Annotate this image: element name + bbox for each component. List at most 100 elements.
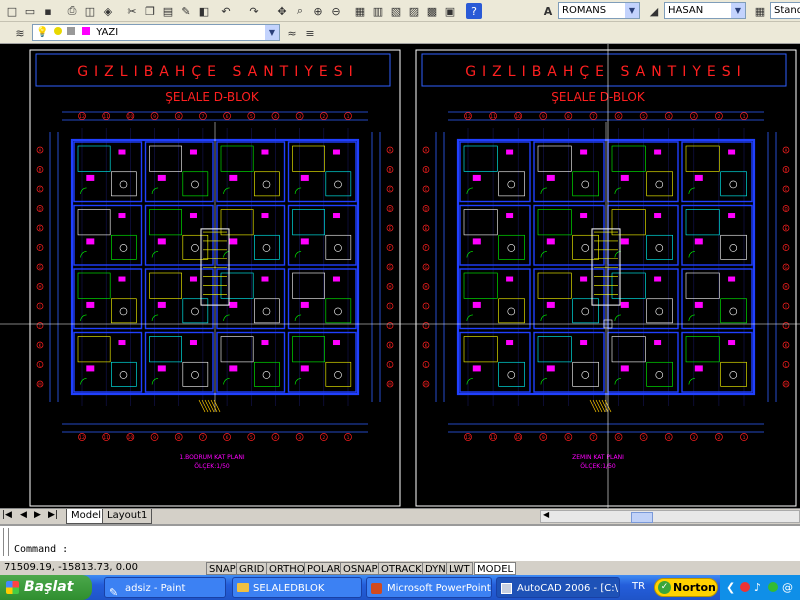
tab-layout1[interactable]: Layout1 (102, 509, 153, 524)
redo-icon[interactable]: ↷ (246, 3, 262, 19)
volume-icon[interactable]: ♪ (754, 581, 761, 594)
dim-style-select[interactable]: HASAN ▼ (664, 2, 746, 19)
model-toggle[interactable]: MODEL (474, 562, 517, 575)
room-outline (292, 145, 325, 172)
properties-icon[interactable]: ▦ (352, 3, 368, 19)
grid-label: 11 (490, 435, 496, 441)
table-style-select[interactable]: Stand (770, 2, 800, 19)
furniture-mark (189, 276, 197, 282)
furniture-mark (86, 365, 95, 372)
scroll-left-icon[interactable]: ◀ (543, 510, 549, 519)
zoom-window-icon[interactable]: ⊕ (310, 3, 326, 19)
layer-name: YAZI (96, 27, 119, 38)
tab-model[interactable]: Model (66, 509, 107, 524)
language-indicator[interactable]: TR (632, 581, 645, 592)
scroll-thumb[interactable] (631, 512, 653, 523)
otrack-toggle[interactable]: OTRACK (378, 562, 425, 575)
entrance-step (198, 399, 206, 413)
markup-icon[interactable]: ▩ (424, 3, 440, 19)
start-button[interactable]: Başlat (0, 575, 92, 600)
zoom-realtime-icon[interactable]: ⌕ (292, 3, 308, 19)
help-icon[interactable]: ? (466, 3, 482, 19)
pan-icon[interactable]: ✥ (274, 3, 290, 19)
grid-label: H (388, 284, 391, 289)
network-icon[interactable] (768, 582, 778, 592)
room-outline (572, 234, 599, 260)
norton-button[interactable]: ✓ Norton (654, 578, 718, 597)
publish-icon[interactable]: ◈ (100, 3, 116, 19)
drawing-area[interactable]: GIZLIBAHÇE SANTIYESI ŞELALE D-BLOK 12 12 1… (0, 44, 800, 508)
horizontal-scrollbar[interactable]: ◀ (540, 510, 800, 523)
grid-label: M (784, 382, 788, 387)
furniture-mark (229, 174, 238, 181)
grid-toggle[interactable]: GRID (236, 562, 268, 575)
grid-label: 10 (515, 114, 521, 120)
new-icon[interactable]: □ (4, 3, 20, 19)
next-tab-icon[interactable]: ▶ (34, 510, 41, 520)
polar-toggle[interactable]: POLAR (304, 562, 344, 575)
design-center-icon[interactable]: ▥ (370, 3, 386, 19)
door-swing (294, 314, 302, 322)
copy-icon[interactable]: ❐ (142, 3, 158, 19)
prev-tab-icon[interactable]: ◀ (20, 510, 27, 520)
tray-app-icon[interactable] (740, 582, 750, 592)
cut-icon[interactable]: ✂ (124, 3, 140, 19)
open-icon[interactable]: ▭ (22, 3, 38, 19)
left-plan-scale: ÖLÇEK:1/50 (194, 463, 230, 470)
grid-label: 4 (667, 435, 670, 441)
room-outline (537, 145, 572, 172)
calculator-icon[interactable]: ▣ (442, 3, 458, 19)
furniture-mark (86, 301, 95, 308)
room-outline (685, 209, 720, 236)
furniture-mark (229, 301, 238, 308)
furniture-mark (694, 174, 703, 181)
match-properties-icon[interactable]: ✎ (178, 3, 194, 19)
last-tab-icon[interactable]: ▶| (48, 510, 58, 520)
grid-label: M (388, 382, 392, 387)
command-prompt[interactable]: Command : (14, 544, 68, 555)
zoom-previous-icon[interactable]: ⊖ (328, 3, 344, 19)
snap-toggle[interactable]: SNAP (206, 562, 239, 575)
room-outline (149, 209, 182, 236)
make-layer-current-icon[interactable]: ≈ (284, 25, 300, 41)
table-symbol (581, 180, 590, 189)
furniture-mark (189, 340, 197, 346)
plot-preview-icon[interactable]: ◫ (82, 3, 98, 19)
dyn-toggle[interactable]: DYN (422, 562, 449, 575)
lwt-toggle[interactable]: LWT (446, 562, 473, 575)
grid-label: 2 (322, 114, 325, 120)
first-tab-icon[interactable]: |◀ (2, 510, 12, 520)
furniture-mark (157, 238, 166, 245)
task-paint[interactable]: ✎ adsiz - Paint (104, 577, 226, 598)
save-icon[interactable]: ▪ (40, 3, 56, 19)
tool-palettes-icon[interactable]: ▧ (388, 3, 404, 19)
door-swing (80, 314, 87, 322)
ortho-toggle[interactable]: ORTHO (266, 562, 308, 575)
osnap-toggle[interactable]: OSNAP (340, 562, 381, 575)
task-autocad[interactable]: AutoCAD 2006 - [C:\... (496, 577, 620, 598)
command-grip[interactable] (3, 528, 9, 556)
text-style-select[interactable]: ROMANS ▼ (558, 2, 640, 19)
sheet-set-icon[interactable]: ▨ (406, 3, 422, 19)
tray-arrow-icon[interactable]: ❮ (726, 581, 735, 594)
block-editor-icon[interactable]: ◧ (196, 3, 212, 19)
task-powerpoint[interactable]: Microsoft PowerPoint... (366, 577, 492, 598)
coordinates-readout[interactable]: 71509.19, -15813.73, 0.00 (4, 562, 138, 573)
task-folder[interactable]: SELALEDBLOK (232, 577, 362, 598)
layer-manager-icon[interactable]: ≋ (12, 25, 28, 41)
furniture-mark (229, 238, 238, 245)
furniture-mark (472, 301, 481, 308)
furniture-mark (546, 301, 555, 308)
layer-select[interactable]: 💡 YAZI ▼ (32, 24, 280, 41)
grid-label: K (39, 343, 42, 348)
table-style-icon: ▦ (754, 4, 766, 18)
furniture-mark (300, 365, 309, 372)
undo-icon[interactable]: ↶ (218, 3, 234, 19)
paste-icon[interactable]: ▤ (160, 3, 176, 19)
entrance-step (207, 399, 215, 413)
messenger-icon[interactable]: @ (782, 581, 793, 594)
plot-icon[interactable]: ⎙ (64, 3, 80, 19)
entrance-step (210, 399, 218, 413)
layer-previous-icon[interactable]: ≡ (302, 25, 318, 41)
furniture-mark (654, 213, 662, 219)
